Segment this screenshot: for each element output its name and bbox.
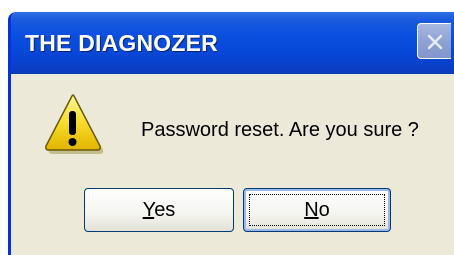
no-label-rest: o	[318, 199, 330, 221]
yes-mnemonic: Y	[142, 199, 155, 221]
title-bar[interactable]: THE DIAGNOZER	[11, 12, 454, 74]
confirm-message: Password reset. Are you sure ?	[141, 119, 419, 141]
confirm-dialog: THE DIAGNOZER Password reset. Are you su…	[8, 12, 454, 255]
close-icon	[427, 34, 443, 50]
warning-icon	[45, 94, 104, 154]
no-mnemonic: N	[304, 199, 319, 221]
window-title: THE DIAGNOZER	[25, 30, 218, 56]
yes-button[interactable]: Yes	[84, 188, 234, 232]
no-button[interactable]: No	[243, 188, 391, 232]
yes-label-rest: es	[154, 199, 176, 221]
close-button[interactable]	[417, 23, 451, 59]
